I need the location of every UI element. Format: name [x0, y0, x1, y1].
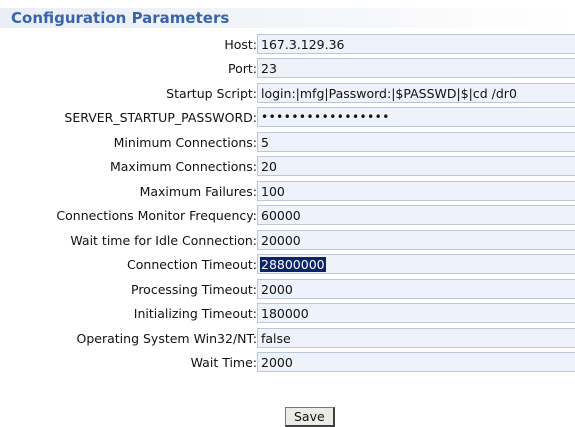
- initializing-timeout-value: 180000: [261, 306, 309, 321]
- save-button[interactable]: Save: [285, 407, 335, 427]
- host-value: 167.3.129.36: [261, 37, 345, 52]
- wait-time-row: Wait Time: 2000: [0, 352, 575, 374]
- port-row: Port: 23: [0, 58, 575, 80]
- idle-connection-wait-input[interactable]: 20000: [257, 230, 575, 250]
- maximum-connections-label: Maximum Connections:: [109, 159, 257, 174]
- processing-timeout-row: Processing Timeout: 2000: [0, 279, 575, 301]
- startup-script-input[interactable]: login:|mfg|Password:|$PASSWD|$|cd /dr0: [257, 83, 575, 103]
- server-startup-password-value: •••••••••••••••••: [261, 110, 390, 124]
- idle-connection-wait-row: Wait time for Idle Connection: 20000: [0, 230, 575, 252]
- idle-connection-wait-label: Wait time for Idle Connection:: [70, 233, 257, 248]
- startup-script-row: Startup Script: login:|mfg|Password:|$PA…: [0, 83, 575, 105]
- initializing-timeout-row: Initializing Timeout: 180000: [0, 303, 575, 325]
- startup-script-value: login:|mfg|Password:|$PASSWD|$|cd /dr0: [261, 86, 517, 101]
- maximum-connections-value: 20: [261, 159, 277, 174]
- port-label: Port:: [228, 61, 257, 76]
- initializing-timeout-label: Initializing Timeout:: [133, 306, 257, 321]
- minimum-connections-label: Minimum Connections:: [113, 135, 257, 150]
- connections-monitor-frequency-label: Connections Monitor Frequency:: [56, 208, 257, 223]
- connection-timeout-input[interactable]: 28800000: [257, 254, 575, 274]
- port-input[interactable]: 23: [257, 58, 575, 78]
- connections-monitor-frequency-value: 60000: [261, 208, 301, 223]
- operating-system-value: false: [261, 331, 291, 346]
- maximum-failures-label: Maximum Failures:: [139, 184, 257, 199]
- initializing-timeout-input[interactable]: 180000: [257, 303, 575, 323]
- wait-time-input[interactable]: 2000: [257, 352, 575, 372]
- minimum-connections-value: 5: [261, 135, 269, 150]
- operating-system-label: Operating System Win32/NT:: [76, 331, 257, 346]
- server-startup-password-row: SERVER_STARTUP_PASSWORD: •••••••••••••••…: [0, 107, 575, 129]
- server-startup-password-input[interactable]: •••••••••••••••••: [257, 107, 575, 127]
- host-label: Host:: [224, 37, 257, 52]
- idle-connection-wait-value: 20000: [261, 233, 301, 248]
- connections-monitor-frequency-row: Connections Monitor Frequency: 60000: [0, 205, 575, 227]
- maximum-failures-row: Maximum Failures: 100: [0, 181, 575, 203]
- server-startup-password-label: SERVER_STARTUP_PASSWORD:: [64, 110, 257, 125]
- minimum-connections-input[interactable]: 5: [257, 132, 575, 152]
- processing-timeout-value: 2000: [261, 282, 293, 297]
- startup-script-label: Startup Script:: [166, 86, 257, 101]
- minimum-connections-row: Minimum Connections: 5: [0, 132, 575, 154]
- configuration-page: Configuration Parameters Host: 167.3.129…: [0, 0, 575, 427]
- operating-system-row: Operating System Win32/NT: false: [0, 328, 575, 350]
- host-row: Host: 167.3.129.36: [0, 34, 575, 56]
- connection-timeout-label: Connection Timeout:: [127, 257, 257, 272]
- operating-system-input[interactable]: false: [257, 328, 575, 348]
- maximum-connections-input[interactable]: 20: [257, 156, 575, 176]
- connections-monitor-frequency-input[interactable]: 60000: [257, 205, 575, 225]
- processing-timeout-label: Processing Timeout:: [131, 282, 257, 297]
- section-title: Configuration Parameters: [11, 9, 230, 27]
- host-input[interactable]: 167.3.129.36: [257, 34, 575, 54]
- wait-time-label: Wait Time:: [190, 355, 257, 370]
- section-header: Configuration Parameters: [0, 8, 575, 28]
- port-value: 23: [261, 61, 277, 76]
- connection-timeout-row: Connection Timeout: 28800000: [0, 254, 575, 276]
- wait-time-value: 2000: [261, 355, 293, 370]
- processing-timeout-input[interactable]: 2000: [257, 279, 575, 299]
- maximum-failures-value: 100: [261, 184, 285, 199]
- maximum-failures-input[interactable]: 100: [257, 181, 575, 201]
- maximum-connections-row: Maximum Connections: 20: [0, 156, 575, 178]
- connection-timeout-value: 28800000: [260, 257, 326, 272]
